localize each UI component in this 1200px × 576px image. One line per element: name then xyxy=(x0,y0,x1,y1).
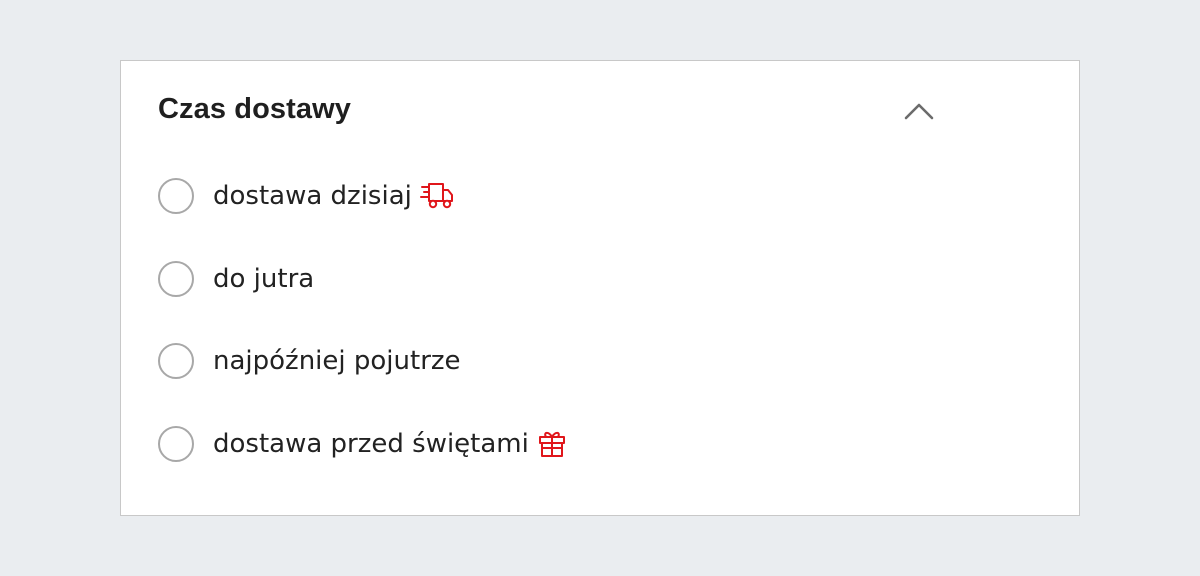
delivery-time-filter-panel: Czas dostawy dostawa dzisiaj do jutra na… xyxy=(120,60,1080,516)
option-delivery-today[interactable]: dostawa dzisiaj xyxy=(158,175,454,217)
radio-button[interactable] xyxy=(158,426,194,462)
option-day-after-tomorrow[interactable]: najpóźniej pojutrze xyxy=(158,340,461,382)
delivery-truck-icon xyxy=(419,182,454,210)
option-label: do jutra xyxy=(213,264,315,294)
option-label: najpóźniej pojutrze xyxy=(213,346,461,376)
filter-title: Czas dostawy xyxy=(158,93,351,125)
radio-button[interactable] xyxy=(158,343,194,379)
option-label: dostawa dzisiaj xyxy=(213,181,412,211)
collapse-toggle-button[interactable] xyxy=(899,91,939,131)
radio-button[interactable] xyxy=(158,178,194,214)
radio-button[interactable] xyxy=(158,261,194,297)
option-label: dostawa przed świętami xyxy=(213,429,529,459)
option-by-tomorrow[interactable]: do jutra xyxy=(158,258,314,300)
chevron-up-icon xyxy=(904,103,934,120)
gift-icon xyxy=(537,429,567,459)
option-before-holidays[interactable]: dostawa przed świętami xyxy=(158,423,567,465)
